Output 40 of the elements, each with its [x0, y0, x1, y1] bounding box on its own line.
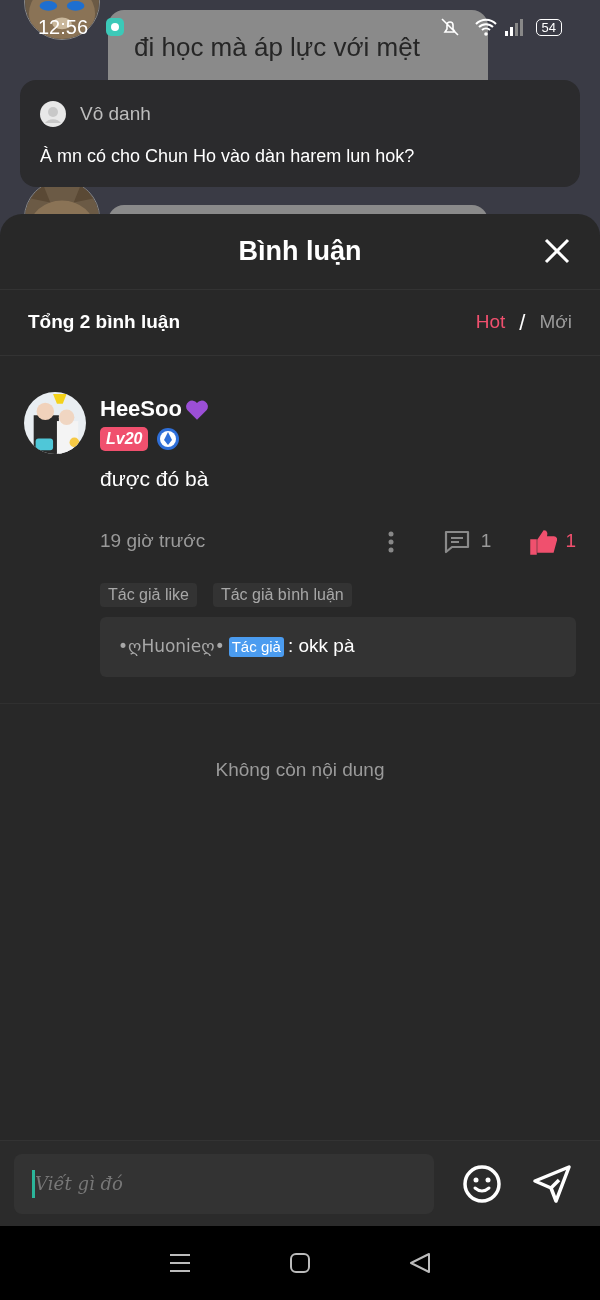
message-text: đi học mà áp lực với mệt	[134, 32, 420, 62]
comment-text: được đó bà	[100, 466, 210, 492]
home-icon[interactable]	[289, 1252, 311, 1274]
send-icon[interactable]	[532, 1163, 572, 1204]
sheet-title: Bình luận	[238, 235, 362, 269]
status-time: 12:56	[38, 15, 89, 40]
notification-card[interactable]: Vô danh À mn có cho Chun Ho vào dàn harem lun hok?	[20, 80, 580, 187]
avatar-icon	[40, 101, 66, 128]
level-badge: Lv20	[100, 427, 149, 451]
thumbs-up-icon[interactable]	[529, 528, 558, 555]
comment-time: 19 giờ trước	[100, 529, 206, 554]
signal-icon	[503, 17, 524, 37]
author-badge: Tác giả	[228, 636, 284, 657]
back-icon[interactable]	[409, 1252, 431, 1274]
sort-tab[interactable]: Hot	[475, 308, 506, 337]
emoji-icon[interactable]	[462, 1163, 502, 1204]
reply-user: •ღHuonieღ•	[118, 634, 225, 658]
battery-indicator: 54	[535, 18, 562, 36]
more-icon[interactable]	[386, 529, 395, 554]
reply-text: : okk pà	[287, 634, 355, 659]
rank-icon	[156, 427, 181, 451]
app-icon	[106, 18, 125, 36]
end-of-list-text: Không còn nội dung	[214, 757, 386, 782]
notification-text: À mn có cho Chun Ho vào dàn harem lun hok?	[40, 144, 416, 168]
comment-total: Tổng 2 bình luận	[28, 310, 180, 335]
author-tag: Tác giả bình luận	[212, 582, 352, 607]
notification-sender: Vô danh	[80, 102, 151, 126]
reply-icon[interactable]	[442, 528, 471, 555]
reply-count: 1	[480, 529, 492, 554]
user-name[interactable]: HeeSoo	[100, 392, 182, 425]
tab-separator: /	[519, 309, 526, 337]
like-count: 1	[565, 529, 576, 554]
comment-input[interactable]: Viết gì đó	[14, 1153, 434, 1214]
menu-icon[interactable]	[169, 1253, 191, 1273]
author-tag: Tác giả like	[100, 582, 197, 607]
text-cursor	[32, 1169, 35, 1198]
sort-tab[interactable]: Mới	[539, 308, 572, 337]
close-button[interactable]	[544, 238, 570, 264]
wifi-icon	[473, 17, 498, 37]
reply-preview[interactable]: •ღHuonieღ• Tác giả : okk pà	[100, 616, 576, 677]
